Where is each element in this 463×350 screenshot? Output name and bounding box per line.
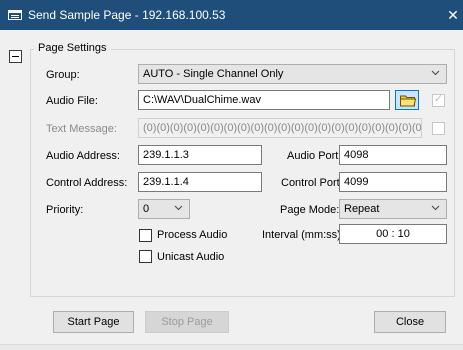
audio-file-checkbox[interactable]: ✓	[432, 93, 445, 107]
collapse-toggle-button[interactable]	[9, 50, 22, 63]
chevron-down-icon	[431, 67, 440, 82]
audio-port-input[interactable]: 4098	[339, 145, 447, 165]
close-window-button[interactable]: ✕	[443, 0, 463, 30]
unicast-audio-checkbox[interactable]	[139, 250, 152, 263]
control-port-label: Control Port:	[281, 177, 343, 189]
stop-page-button[interactable]: Stop Page	[145, 311, 229, 333]
priority-value: 0	[143, 203, 150, 215]
window-icon	[8, 10, 22, 20]
text-message-input[interactable]: (0)(0)(0)(0)(0)(0)(0)(0)(0)(0)(0)(0)(0)(…	[138, 118, 422, 138]
window-bottom-edge	[0, 344, 463, 350]
chevron-down-icon	[174, 202, 183, 217]
priority-select[interactable]: 0	[138, 199, 190, 219]
process-audio-label: Process Audio	[157, 229, 228, 241]
audio-address-input[interactable]: 239.1.1.3	[138, 145, 262, 165]
page-mode-value: Repeat	[344, 203, 380, 215]
group-value: AUTO - Single Channel Only	[143, 68, 284, 80]
control-address-input[interactable]: 239.1.1.4	[138, 172, 262, 192]
group-label: Group:	[46, 69, 80, 81]
page-settings-legend: Page Settings	[34, 42, 111, 54]
control-address-label: Control Address:	[46, 177, 128, 189]
audio-file-input[interactable]: C:\WAV\DualChime.wav	[138, 90, 390, 110]
text-message-checkbox[interactable]	[432, 122, 445, 135]
chevron-down-icon	[431, 202, 440, 217]
checkmark-icon: ✓	[434, 93, 444, 105]
unicast-audio-label: Unicast Audio	[157, 251, 225, 263]
process-audio-checkbox[interactable]	[139, 229, 152, 242]
close-button[interactable]: Close	[374, 311, 446, 333]
audio-address-label: Audio Address:	[46, 150, 120, 162]
window-title: Send Sample Page - 192.168.100.53	[28, 8, 226, 22]
priority-label: Priority:	[46, 204, 84, 216]
start-page-button[interactable]: Start Page	[53, 311, 134, 333]
page-mode-select[interactable]: Repeat	[339, 199, 447, 219]
text-message-label: Text Message:	[46, 123, 117, 135]
interval-label: Interval (mm:ss)	[262, 229, 341, 241]
title-bar: Send Sample Page - 192.168.100.53 ✕	[0, 0, 463, 30]
group-select[interactable]: AUTO - Single Channel Only	[138, 64, 447, 84]
interval-input[interactable]: 00 : 10	[339, 224, 447, 244]
audio-file-label: Audio File:	[46, 95, 98, 107]
browse-audio-file-button[interactable]	[395, 90, 419, 110]
folder-icon	[400, 95, 416, 107]
control-port-input[interactable]: 4099	[339, 172, 447, 192]
page-mode-label: Page Mode:	[280, 204, 340, 216]
audio-port-label: Audio Port:	[287, 150, 342, 162]
